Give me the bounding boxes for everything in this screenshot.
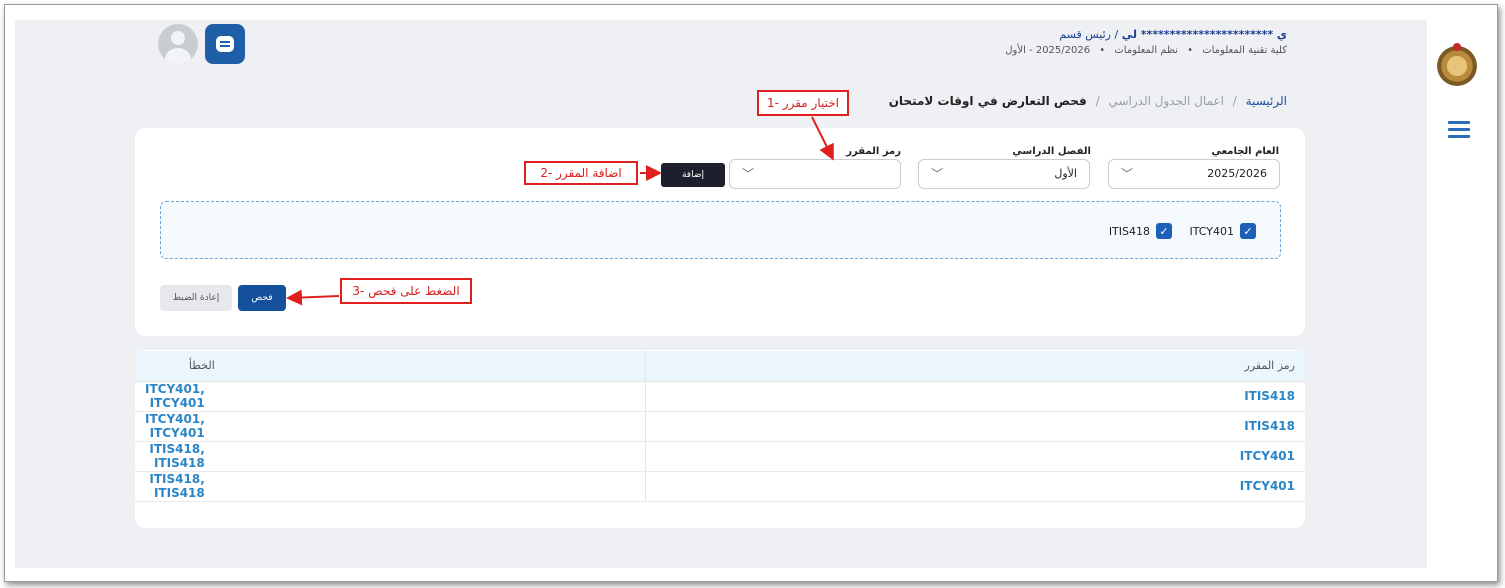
year-value: 2025/2026	[1207, 167, 1267, 180]
course-select[interactable]: ﹀	[729, 159, 901, 189]
chevron-down-icon: ﹀	[742, 167, 755, 181]
user-context-line: كلية تقنية المعلومات • نظم المعلومات • 2…	[1005, 45, 1287, 56]
course-cell: ITCY401	[644, 441, 1305, 472]
column-header-error: الخطأ	[135, 351, 646, 382]
course-chip[interactable]: ITIS418 ✓	[1109, 223, 1172, 239]
course-chip-label: ITCY401	[1189, 224, 1234, 238]
hamburger-menu-icon[interactable]	[1448, 121, 1470, 139]
breadcrumb-separator: /	[1095, 94, 1100, 108]
table-header-row: رمز المقرر الخطأ	[135, 351, 1305, 382]
course-cell: ITCY401	[644, 471, 1305, 502]
table-row: ITCY401 ITIS418, ITIS418	[135, 441, 1305, 472]
results-table: رمز المقرر الخطأ ITIS418 ITCY401, ITCY40…	[135, 351, 1305, 502]
year-label: العام الجامعي	[1211, 146, 1280, 157]
breadcrumb-section[interactable]: اعمال الجدول الدراسي	[1108, 94, 1223, 108]
chat-button[interactable]	[205, 24, 245, 64]
semester-label: الفصل الدراسي	[1012, 146, 1091, 157]
column-header-course: رمز المقرر	[644, 351, 1305, 382]
table-row: ITCY401 ITIS418, ITIS418	[135, 471, 1305, 502]
user-name: ي *********************** لي	[1121, 28, 1287, 41]
breadcrumb-separator: /	[1232, 94, 1237, 108]
user-name-line: ي *********************** لي / رئيس قسم	[1059, 28, 1287, 41]
annotation-step1: اختيار مقرر -1	[757, 90, 849, 116]
course-chip[interactable]: ITCY401 ✓	[1189, 223, 1256, 239]
breadcrumb-current: فحص التعارض في اوقات لامتحان	[888, 94, 1087, 108]
college-name: كلية تقنية المعلومات	[1202, 45, 1287, 56]
check-icon[interactable]: ✓	[1240, 223, 1256, 239]
breadcrumb: الرئيسية / اعمال الجدول الدراسي / فحص ال…	[889, 94, 1287, 108]
error-cell: ITCY401, ITCY401	[135, 411, 646, 442]
department-name: نظم المعلومات	[1114, 45, 1178, 56]
table-row: ITIS418 ITCY401, ITCY401	[135, 411, 1305, 442]
semester-select[interactable]: الأول ﹀	[918, 159, 1090, 189]
chevron-down-icon: ﹀	[1121, 167, 1134, 181]
year-select[interactable]: 2025/2026 ﹀	[1108, 159, 1280, 189]
user-role: / رئيس قسم	[1059, 28, 1119, 41]
chevron-down-icon: ﹀	[931, 167, 944, 181]
chat-bubble-icon	[216, 36, 234, 52]
breadcrumb-home[interactable]: الرئيسية	[1246, 94, 1287, 108]
error-cell: ITCY401, ITCY401	[135, 381, 646, 412]
separator-dot: •	[1099, 45, 1106, 56]
check-button[interactable]: فحص	[238, 285, 286, 311]
semester-value: الأول	[1054, 167, 1077, 180]
annotation-step2: اضافة المقرر -2	[524, 161, 638, 185]
selected-courses-box: ITCY401 ✓ ITIS418 ✓	[160, 201, 1281, 259]
separator-dot: •	[1187, 45, 1194, 56]
table-row: ITIS418 ITCY401, ITCY401	[135, 381, 1305, 412]
reset-button[interactable]: إعادة الضبط	[160, 285, 232, 311]
course-label: رمز المقرر	[846, 146, 901, 157]
side-rail	[1428, 20, 1492, 568]
course-cell: ITIS418	[644, 411, 1305, 442]
term-label: 2025/2026 - الأول	[1005, 45, 1091, 56]
course-cell: ITIS418	[644, 381, 1305, 412]
annotation-step3: الضغط على فحص -3	[340, 278, 472, 304]
university-logo	[1437, 43, 1477, 86]
course-chip-label: ITIS418	[1108, 224, 1150, 238]
error-cell: ITIS418, ITIS418	[135, 471, 646, 502]
check-icon[interactable]: ✓	[1156, 223, 1172, 239]
add-course-button[interactable]: إضافة	[661, 163, 725, 187]
user-avatar[interactable]	[158, 24, 198, 64]
error-cell: ITIS418, ITIS418	[135, 441, 646, 472]
